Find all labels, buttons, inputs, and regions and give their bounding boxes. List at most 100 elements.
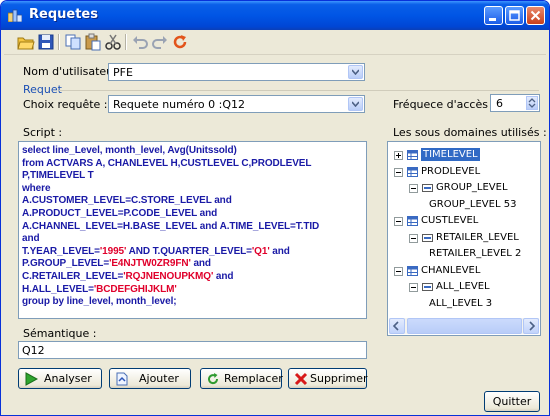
- collapse-minus-icon[interactable]: [409, 283, 418, 292]
- semantic-field[interactable]: [22, 344, 335, 357]
- query-dropdown-button[interactable]: [348, 97, 363, 111]
- script-line: where: [22, 183, 51, 194]
- table-icon: [407, 166, 418, 177]
- scroll-right-button[interactable]: [523, 318, 539, 334]
- script-line: A.CUSTOMER_LEVEL=C.STORE_LEVEL and: [22, 195, 232, 206]
- spin-up-down-icon: [528, 98, 536, 108]
- minimize-icon: [489, 18, 496, 21]
- close-button[interactable]: [526, 6, 545, 25]
- script-line: select line_Level, month_level, Avg(Unit…: [22, 145, 237, 156]
- collapse-minus-icon[interactable]: [409, 184, 418, 193]
- tree-node[interactable]: ALL_LEVEL 3: [388, 297, 538, 311]
- delete-button[interactable]: Supprimer: [288, 368, 368, 389]
- scroll-thumb[interactable]: [407, 318, 522, 334]
- replace-label: Remplacer: [224, 372, 283, 385]
- replace-button[interactable]: Remplacer: [200, 368, 283, 389]
- refresh-icon[interactable]: [171, 33, 189, 51]
- frequency-spinner[interactable]: 6: [490, 94, 540, 112]
- save-icon[interactable]: [37, 33, 55, 51]
- script-line: from ACTVARS A, CHANLEVEL H,CUSTLEVEL C,…: [22, 158, 311, 169]
- tree-node[interactable]: CHANLEVEL: [388, 264, 538, 278]
- toolbar-separator: [125, 34, 127, 50]
- script-code-segment: A.CHANNEL_LEVEL=H.BASE_LEVEL and A.TIME_…: [22, 220, 320, 232]
- user-dropdown-button[interactable]: [348, 65, 363, 79]
- tree-node-label: TIMELEVEL: [421, 148, 480, 161]
- collapse-minus-icon[interactable]: [394, 167, 403, 177]
- tree-node-label: GROUP_LEVEL: [436, 182, 508, 193]
- script-code-segment: H.ALL_LEVEL=: [22, 283, 94, 295]
- spinner-buttons[interactable]: [526, 96, 538, 110]
- semantic-input[interactable]: [18, 341, 367, 359]
- delete-x-icon: [294, 372, 308, 386]
- maximize-button[interactable]: [505, 6, 524, 25]
- toolbar: [4, 30, 546, 55]
- client-area: Nom d'utilisateur : PFE Requet Choix req…: [4, 30, 547, 413]
- tree-node[interactable]: ALL_LEVEL: [388, 280, 538, 294]
- tree-node[interactable]: CUSTLEVEL: [388, 214, 538, 228]
- tree-node[interactable]: RETAILER_LEVEL 2: [388, 247, 538, 261]
- table-icon: [407, 216, 418, 226]
- script-code-segment: A.PRODUCT_LEVEL=P.CODE_LEVEL and: [22, 208, 218, 219]
- script-editor[interactable]: select line_Level, month_level, Avg(Unit…: [18, 141, 367, 319]
- close-icon: [530, 10, 541, 21]
- undo-icon[interactable]: [131, 33, 149, 51]
- script-line: P,TIMELEVEL T: [22, 170, 94, 181]
- script-code-segment: and: [213, 271, 234, 282]
- frequency-label: Fréquece d'accès :: [393, 98, 496, 111]
- quit-button[interactable]: Quitter: [484, 391, 540, 412]
- tree-node[interactable]: TIMELEVEL: [388, 148, 538, 162]
- script-line: H.ALL_LEVEL='BCDEFGHIJKLM': [22, 284, 177, 295]
- user-combobox[interactable]: PFE: [108, 63, 365, 81]
- tree-node[interactable]: RETAILER_LEVEL: [388, 231, 538, 245]
- tree-node[interactable]: GROUP_LEVEL: [388, 181, 538, 195]
- script-line: A.CHANNEL_LEVEL=H.BASE_LEVEL and A.TIME_…: [22, 221, 319, 232]
- script-line: group by line_level, month_level;: [22, 296, 177, 307]
- app-icon: [8, 9, 22, 22]
- table-icon: [407, 265, 418, 276]
- collapse-minus-icon[interactable]: [394, 266, 403, 276]
- script-code-segment: select line_Level, month_level, Avg(Unit…: [22, 145, 237, 156]
- script-code-segment: and: [269, 245, 290, 257]
- script-code-segment: AND T.QUARTER_LEVEL=: [126, 245, 252, 257]
- user-value: PFE: [113, 66, 133, 79]
- collapse-minus-icon[interactable]: [409, 233, 418, 243]
- query-combobox[interactable]: Requete numéro 0 :Q12: [108, 95, 365, 113]
- tree-node-label: RETAILER_LEVEL: [436, 231, 519, 243]
- group-title: Requet: [23, 83, 62, 96]
- script-code-segment: C.RETAILER_LEVEL=: [22, 271, 124, 282]
- script-string-literal: 'RQJNENOUPKMQ': [123, 271, 214, 282]
- script-code-segment: group by line_level, month_level;: [22, 296, 177, 308]
- script-code-segment: and: [22, 233, 40, 245]
- tree-node-label: RETAILER_LEVEL 2: [429, 248, 522, 259]
- script-label: Script :: [23, 126, 63, 139]
- delete-label: Supprimer: [310, 372, 368, 385]
- script-line: P.GROUP_LEVEL='E4NJTW0ZR9FN' and: [22, 258, 211, 269]
- chevron-right-icon: [529, 321, 536, 331]
- analyze-button[interactable]: Analyser: [18, 368, 102, 389]
- window-title: Requetes: [29, 7, 98, 22]
- semantic-label: Sémantique :: [23, 327, 97, 340]
- group-divider: [59, 90, 539, 91]
- add-button[interactable]: Ajouter: [109, 368, 191, 389]
- tree-node[interactable]: GROUP_LEVEL 53: [388, 198, 538, 212]
- collapse-minus-icon[interactable]: [394, 217, 403, 226]
- title-bar[interactable]: Requetes: [1, 1, 549, 30]
- domains-tree[interactable]: TIMELEVEL PRODLEVEL GROUP_LEVEL GROUP_LEVEL…: [387, 141, 541, 336]
- tree-node[interactable]: PRODLEVEL: [388, 165, 538, 179]
- maximize-icon: [509, 10, 520, 21]
- script-code-segment: and: [190, 258, 211, 270]
- script-line: and: [22, 233, 40, 245]
- tree-horizontal-scrollbar[interactable]: [389, 318, 539, 334]
- expand-plus-icon[interactable]: [394, 151, 403, 160]
- script-code-segment: from ACTVARS A, CHANLEVEL H,CUSTLEVEL C,…: [22, 157, 312, 169]
- scroll-left-button[interactable]: [389, 318, 405, 334]
- add-document-icon: [116, 372, 128, 386]
- paste-icon[interactable]: [84, 33, 102, 51]
- minimize-button[interactable]: [484, 6, 503, 25]
- open-folder-icon[interactable]: [17, 33, 35, 51]
- cut-icon[interactable]: [104, 33, 122, 51]
- redo-icon[interactable]: [151, 33, 169, 51]
- add-label: Ajouter: [139, 372, 179, 385]
- copy-icon[interactable]: [64, 33, 82, 51]
- chevron-left-icon: [392, 321, 399, 331]
